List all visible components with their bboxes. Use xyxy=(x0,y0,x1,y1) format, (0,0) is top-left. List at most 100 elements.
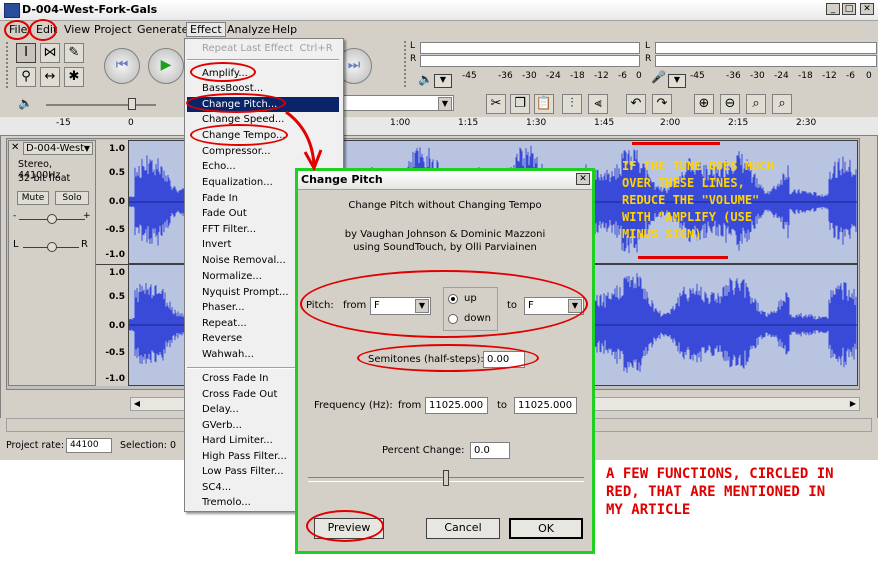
menu-generate[interactable]: Generate xyxy=(137,23,188,36)
preview-button[interactable]: Preview xyxy=(314,518,384,539)
menu-item-shortcut: Ctrl+R xyxy=(299,43,333,54)
menu-item-invert[interactable]: Invert xyxy=(202,237,231,252)
menu-item-gverb[interactable]: GVerb... xyxy=(202,418,242,433)
play-meter-menu-button[interactable]: ▼ xyxy=(434,74,452,88)
menu-item-delay[interactable]: Delay... xyxy=(202,402,239,417)
rec-meter-menu-button[interactable]: ▼ xyxy=(668,74,686,88)
cut-button[interactable]: ✂ xyxy=(486,94,506,114)
redo-button[interactable]: ↷ xyxy=(652,94,672,114)
paste-button[interactable]: 📋 xyxy=(534,94,554,114)
dialog-title-bar[interactable]: Change Pitch ✕ xyxy=(298,171,592,190)
scroll-right-icon[interactable]: ▶ xyxy=(847,398,859,410)
frequency-from-input[interactable]: 11025.000 xyxy=(425,397,488,414)
volume-slider-track[interactable] xyxy=(46,104,156,106)
ok-button[interactable]: OK xyxy=(509,518,583,539)
track-close-icon[interactable]: ✕ xyxy=(11,143,21,154)
zoom-tool-button[interactable]: ⚲ xyxy=(16,67,36,87)
menu-help[interactable]: Help xyxy=(272,23,297,36)
title-bar[interactable]: D-004-West-Fork-Gals _ □ ✕ xyxy=(0,0,878,21)
menu-item-fade-in[interactable]: Fade In xyxy=(202,191,238,206)
trim-button[interactable]: ⫶ xyxy=(562,94,582,114)
fit-selection-button[interactable]: ⌕ xyxy=(746,94,766,114)
play-tick: -18 xyxy=(570,71,585,81)
double-arrow-icon: ↔ xyxy=(44,69,56,84)
solo-button[interactable]: Solo xyxy=(55,191,89,205)
chevron-down-icon: ▼ xyxy=(438,97,452,111)
menu-item-change-tempo[interactable]: Change Tempo... xyxy=(202,128,286,143)
meter-grip[interactable] xyxy=(404,41,409,87)
menu-effect[interactable]: Effect xyxy=(186,22,226,37)
input-device-select[interactable]: ▼ xyxy=(342,95,454,111)
percent-change-input[interactable]: 0.0 xyxy=(470,442,510,459)
paste-icon: 📋 xyxy=(535,96,553,111)
volume-slider-thumb[interactable] xyxy=(128,98,136,110)
fit-project-button[interactable]: ⌕ xyxy=(772,94,792,114)
track-name-menu[interactable]: D-004-West ▼ xyxy=(23,142,93,155)
ruler-tick: 1:15 xyxy=(458,118,479,128)
menu-item-bassboost[interactable]: BassBoost... xyxy=(202,81,263,96)
menu-item-compressor[interactable]: Compressor... xyxy=(202,144,271,159)
menu-view[interactable]: View xyxy=(64,23,90,36)
menu-item-fade-out[interactable]: Fade Out xyxy=(202,206,247,221)
timeline-ruler[interactable]: -15 0 1:00 1:15 1:30 1:45 2:00 2:15 2:30 xyxy=(0,117,878,136)
menu-item-phaser[interactable]: Phaser... xyxy=(202,300,245,315)
undo-button[interactable]: ↶ xyxy=(626,94,646,114)
menu-item-equalization[interactable]: Equalization... xyxy=(202,175,273,190)
menu-item-cross-fade-out[interactable]: Cross Fade Out xyxy=(202,387,277,402)
gain-slider-thumb[interactable] xyxy=(47,214,57,224)
track-control-panel[interactable]: ✕ D-004-West ▼ Stereo, 44100Hz 32-bit flo… xyxy=(8,140,96,386)
pitch-from-select[interactable]: F ▼ xyxy=(370,297,431,315)
menu-item-high-pass-filter[interactable]: High Pass Filter... xyxy=(202,449,287,464)
minimize-button[interactable]: _ xyxy=(826,3,840,15)
radio-down[interactable] xyxy=(448,314,458,324)
frequency-to-input[interactable]: 11025.000 xyxy=(514,397,577,414)
menu-analyze[interactable]: Analyze xyxy=(227,23,270,36)
silence-button[interactable]: ⫷ xyxy=(588,94,608,114)
selection-tool-button[interactable]: I xyxy=(16,43,36,63)
menu-edit[interactable]: Edit xyxy=(36,23,57,36)
menu-item-cross-fade-in[interactable]: Cross Fade In xyxy=(202,371,269,386)
toolbar-grip[interactable] xyxy=(6,42,11,88)
multi-tool-button[interactable]: ✱ xyxy=(64,67,84,87)
zoom-in-button[interactable]: ⊕ xyxy=(694,94,714,114)
pan-slider-thumb[interactable] xyxy=(47,242,57,252)
skip-start-button[interactable]: ⏮ xyxy=(104,48,140,84)
mute-button[interactable]: Mute xyxy=(17,191,49,205)
menu-item-amplify[interactable]: Amplify... xyxy=(202,66,248,81)
menu-project[interactable]: Project xyxy=(94,23,132,36)
copy-button[interactable]: ❐ xyxy=(510,94,530,114)
maximize-button[interactable]: □ xyxy=(842,3,856,15)
menu-file[interactable]: File xyxy=(9,23,27,36)
asterisk-icon: ✱ xyxy=(68,69,80,84)
draw-tool-button[interactable]: ✎ xyxy=(64,43,84,63)
menu-item-nyquist-prompt[interactable]: Nyquist Prompt... xyxy=(202,285,289,300)
menu-item-noise-removal[interactable]: Noise Removal... xyxy=(202,253,286,268)
menu-item-sc4[interactable]: SC4... xyxy=(202,480,231,495)
zoom-out-button[interactable]: ⊖ xyxy=(720,94,740,114)
menu-item-hard-limiter[interactable]: Hard Limiter... xyxy=(202,433,273,448)
menu-item-low-pass-filter[interactable]: Low Pass Filter... xyxy=(202,464,284,479)
menu-item-normalize[interactable]: Normalize... xyxy=(202,269,262,284)
percent-slider-thumb[interactable] xyxy=(443,470,449,486)
envelope-tool-button[interactable]: ⋈ xyxy=(40,43,60,63)
cancel-button[interactable]: Cancel xyxy=(426,518,500,539)
semitones-input[interactable]: 0.00 xyxy=(483,351,525,368)
radio-up[interactable] xyxy=(448,294,458,304)
menu-item-echo[interactable]: Echo... xyxy=(202,159,236,174)
menu-item-tremolo[interactable]: Tremolo... xyxy=(202,495,251,510)
menu-item-wahwah[interactable]: Wahwah... xyxy=(202,347,254,362)
scale-label: 1.0 xyxy=(109,144,125,154)
menu-item-fft-filter[interactable]: FFT Filter... xyxy=(202,222,256,237)
scale-label: 0.0 xyxy=(109,197,125,207)
project-rate-input[interactable]: 44100 xyxy=(66,438,112,453)
menu-item-repeat[interactable]: Repeat... xyxy=(202,316,247,331)
close-button[interactable]: ✕ xyxy=(860,3,874,15)
dialog-title: Change Pitch xyxy=(301,173,383,186)
menu-item-change-speed[interactable]: Change Speed... xyxy=(202,112,284,127)
menu-item-reverse[interactable]: Reverse xyxy=(202,331,242,346)
scroll-left-icon[interactable]: ◀ xyxy=(131,398,143,410)
play-button[interactable]: ▶ xyxy=(148,48,184,84)
dialog-close-button[interactable]: ✕ xyxy=(576,173,590,185)
pitch-to-select[interactable]: F ▼ xyxy=(524,297,584,315)
timeshift-tool-button[interactable]: ↔ xyxy=(40,67,60,87)
